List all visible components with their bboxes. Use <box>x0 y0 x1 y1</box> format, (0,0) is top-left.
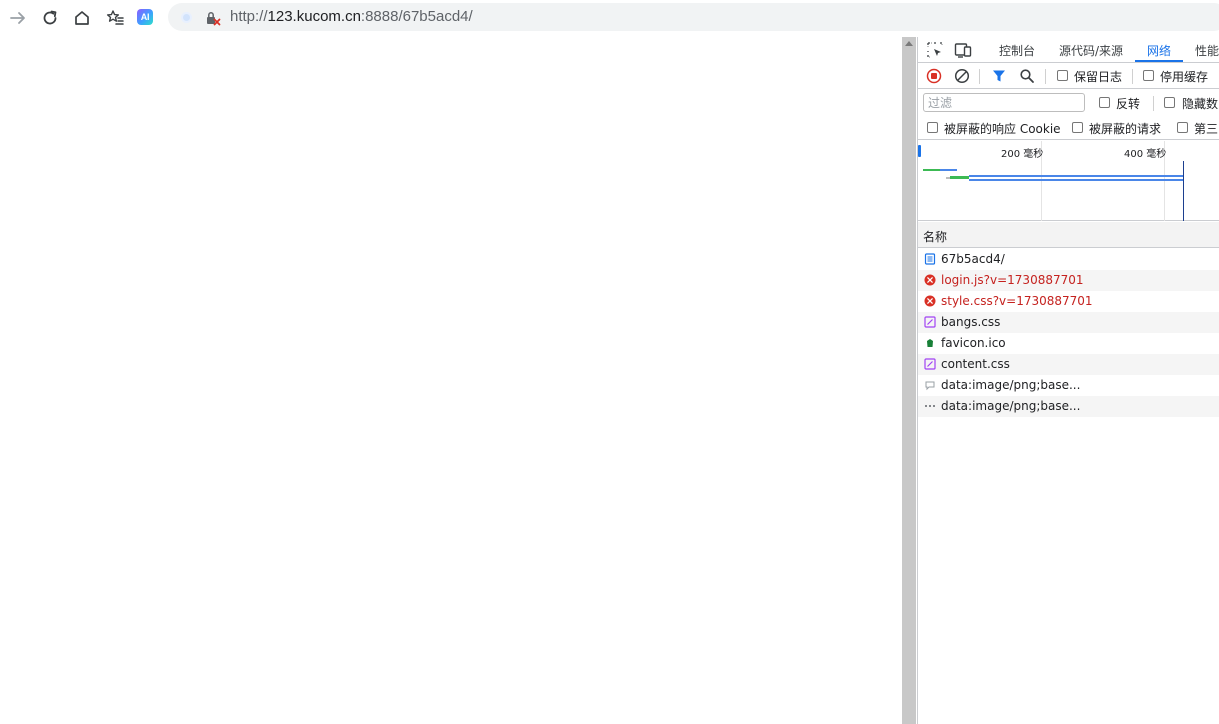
request-name: login.js?v=1730887701 <box>941 273 1084 287</box>
request-row[interactable]: style.css?v=1730887701 <box>918 291 1219 312</box>
request-row[interactable]: login.js?v=1730887701 <box>918 270 1219 291</box>
toolbar-divider <box>979 69 980 84</box>
home-button[interactable] <box>70 6 94 30</box>
ai-assistant-button[interactable]: AI <box>137 9 153 25</box>
home-icon <box>75 11 89 25</box>
disable-cache-label: 停用缓存 <box>1160 70 1209 84</box>
request-row[interactable]: favicon.ico <box>918 333 1219 354</box>
page-content <box>0 37 902 724</box>
url-text[interactable]: http://123.kucom.cn:8888/67b5acd4/ <box>230 8 473 25</box>
invert-checkbox[interactable] <box>1099 97 1110 108</box>
blocked-requests-checkbox[interactable] <box>1072 122 1083 133</box>
hide-data-urls-label: 隐藏数 <box>1182 97 1219 111</box>
network-toolbar: 保留日志 停用缓存 <box>918 64 1219 89</box>
address-bar[interactable]: http://123.kucom.cn:8888/67b5acd4/ <box>168 3 1219 31</box>
image-icon <box>927 339 933 347</box>
star-list-icon <box>106 10 124 25</box>
request-row[interactable]: data:image/png;base... <box>918 375 1219 396</box>
request-name: favicon.ico <box>941 336 1006 350</box>
stylesheet-icon <box>924 316 936 328</box>
not-secure-lock-icon[interactable] <box>205 10 221 26</box>
request-row[interactable]: bangs.css <box>918 312 1219 333</box>
data-image-icon <box>925 381 935 391</box>
devtools-tab-bar: 控制台 源代码/来源 网络 性能 <box>918 37 1219 63</box>
request-row[interactable]: data:image/png;base... <box>918 396 1219 417</box>
filter-bar: 反转 隐藏数 <box>918 90 1219 116</box>
clear-icon[interactable] <box>954 68 970 84</box>
tab-console[interactable]: 控制台 <box>999 42 1035 59</box>
preserve-log-checkbox[interactable] <box>1057 70 1068 81</box>
tick-label-400ms: 400 毫秒 <box>1124 149 1167 160</box>
arrow-right-icon <box>10 12 25 24</box>
stop-recording-icon[interactable] <box>926 68 942 84</box>
toolbar-divider <box>1045 69 1046 84</box>
request-name: 67b5acd4/ <box>941 252 1005 266</box>
invert-label: 反转 <box>1116 97 1141 111</box>
name-column-header[interactable]: 名称 <box>923 228 947 245</box>
request-name: data:image/png;base... <box>941 378 1081 392</box>
tab-network[interactable]: 网络 <box>1147 42 1171 59</box>
favorites-button[interactable] <box>103 6 127 30</box>
waterfall-bar <box>923 169 940 171</box>
preserve-log-label: 保留日志 <box>1074 70 1123 84</box>
request-table-header[interactable]: 名称 <box>918 222 1219 248</box>
request-name: style.css?v=1730887701 <box>941 294 1093 308</box>
request-row[interactable]: content.css <box>918 354 1219 375</box>
request-row[interactable]: 67b5acd4/ <box>918 249 1219 270</box>
tab-performance[interactable]: 性能 <box>1195 42 1219 59</box>
blocked-requests-label: 被屏蔽的请求 <box>1089 122 1162 136</box>
active-tab-indicator <box>1135 60 1183 62</box>
waterfall-bar <box>940 169 957 171</box>
waterfall-bar <box>950 176 969 179</box>
tick-label-200ms: 200 毫秒 <box>1001 149 1044 160</box>
browser-toolbar: AI http://123.kucom.cn:8888/67b5acd4/ <box>0 0 1219 36</box>
forward-button[interactable] <box>6 6 30 30</box>
scroll-up-arrow-icon[interactable] <box>905 41 913 46</box>
inspect-element-icon[interactable] <box>926 41 944 59</box>
blocked-cookies-label: 被屏蔽的响应 Cookie <box>944 122 1061 136</box>
third-party-checkbox[interactable] <box>1177 122 1188 133</box>
error-icon <box>924 295 936 307</box>
blocked-cookies-checkbox[interactable] <box>927 122 938 133</box>
third-party-label: 第三 <box>1194 122 1219 136</box>
filter-funnel-icon[interactable] <box>991 68 1007 84</box>
blocked-filters-bar: 被屏蔽的响应 Cookie 被屏蔽的请求 第三 <box>918 116 1219 140</box>
stylesheet-icon <box>924 358 936 370</box>
waterfall-bar <box>969 179 1183 181</box>
tab-sources[interactable]: 源代码/来源 <box>1059 42 1123 59</box>
data-image-icon <box>925 405 935 407</box>
toolbar-divider <box>1153 96 1154 111</box>
reload-button[interactable] <box>38 6 62 30</box>
network-overview-timeline[interactable]: 200 毫秒 400 毫秒 <box>918 141 1219 221</box>
devtools-panel: 控制台 源代码/来源 网络 性能 保留日志 停用缓存 反转 <box>917 37 1219 724</box>
devtools-resize-handle[interactable] <box>902 37 916 724</box>
device-toolbar-icon[interactable] <box>954 41 972 59</box>
load-event-marker <box>1183 161 1184 221</box>
timeline-range-handle[interactable] <box>918 145 921 157</box>
reload-icon <box>43 10 57 25</box>
error-icon <box>924 274 936 286</box>
filter-input[interactable] <box>923 93 1085 112</box>
request-name: content.css <box>941 357 1010 371</box>
request-name: bangs.css <box>941 315 1001 329</box>
document-icon <box>924 253 936 265</box>
hide-data-urls-checkbox[interactable] <box>1164 97 1175 108</box>
site-info-icon[interactable] <box>181 12 192 23</box>
request-name: data:image/png;base... <box>941 399 1081 413</box>
search-icon[interactable] <box>1019 68 1035 84</box>
toolbar-divider <box>1132 69 1133 84</box>
waterfall-bar <box>969 175 1183 177</box>
disable-cache-checkbox[interactable] <box>1143 70 1154 81</box>
